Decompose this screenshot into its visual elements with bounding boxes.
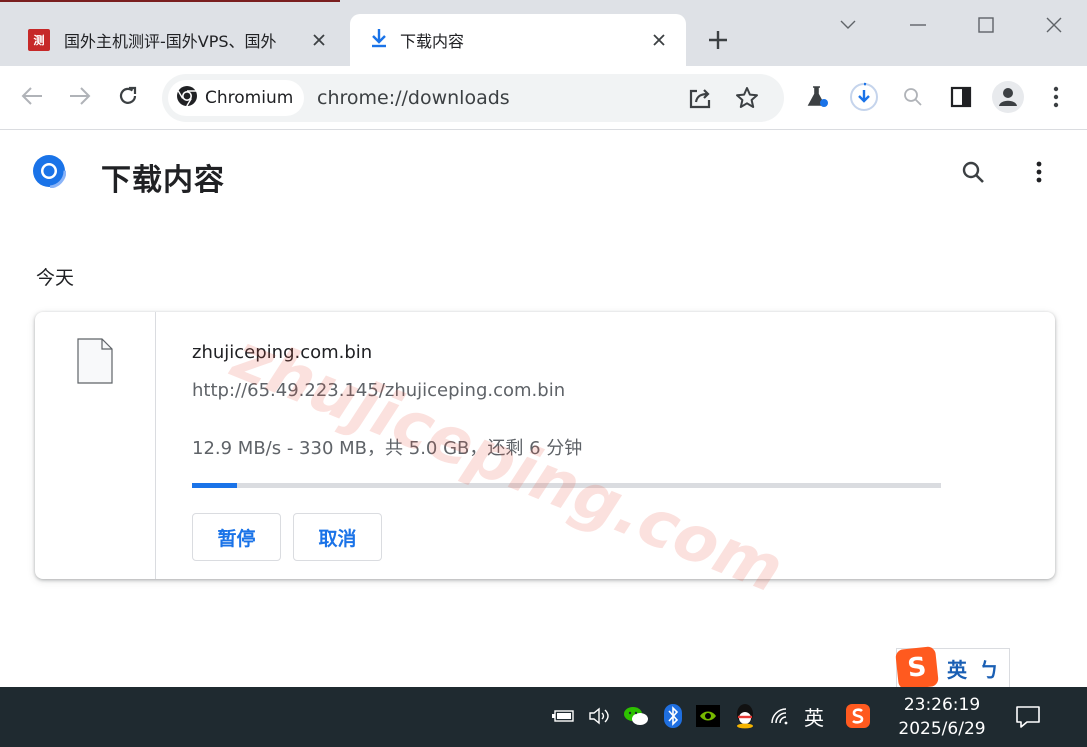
clock-time: 23:26:19 (903, 695, 981, 715)
pause-button[interactable]: 暂停 (192, 513, 281, 561)
forward-button[interactable] (64, 80, 96, 112)
notification-icon[interactable] (1012, 701, 1044, 733)
wechat-icon[interactable] (622, 701, 650, 731)
minimize-icon[interactable] (898, 10, 938, 40)
download-icon (370, 28, 388, 52)
clock-date: 2025/6/29 (898, 719, 986, 739)
ime-language-toggle[interactable]: 英 (947, 654, 967, 683)
reload-button[interactable] (112, 80, 144, 112)
tab-search-icon[interactable] (828, 10, 868, 40)
tab-strip: 测 国外主机测评-国外VPS、国外 下载内容 (0, 0, 1087, 66)
download-progress-icon[interactable] (847, 80, 881, 114)
share-icon[interactable] (684, 82, 716, 114)
input-language-indicator[interactable]: 英 (800, 701, 828, 731)
menu-more-icon[interactable] (1039, 80, 1073, 114)
tab-site[interactable]: 测 国外主机测评-国外VPS、国外 (22, 14, 348, 66)
nvidia-icon[interactable] (694, 701, 722, 731)
downloads-header: 下载内容 (0, 131, 1087, 221)
tab-title: 国外主机测评-国外VPS、国外 (64, 32, 277, 51)
site-chip-label: Chromium (205, 88, 294, 108)
ime-mode-toggle[interactable]: ㄅ (979, 654, 999, 683)
downloads-more-icon[interactable] (1022, 155, 1056, 189)
site-logo-icon: 测 (28, 29, 50, 51)
back-button[interactable] (16, 80, 48, 112)
battery-icon[interactable] (550, 701, 578, 731)
bluetooth-icon[interactable] (659, 701, 687, 731)
url-text[interactable]: chrome://downloads (317, 87, 510, 109)
bookmark-star-icon[interactable] (731, 82, 763, 114)
file-icon (77, 338, 113, 388)
page-title: 下载内容 (101, 163, 225, 198)
ime-toolbar[interactable]: S 英 ㄅ (895, 646, 1010, 690)
close-icon[interactable] (1034, 10, 1074, 40)
close-tab-icon[interactable] (646, 27, 672, 53)
cancel-button[interactable]: 取消 (293, 513, 382, 561)
side-panel-icon[interactable] (944, 80, 978, 114)
tab-downloads[interactable]: 下载内容 (350, 14, 686, 66)
close-tab-icon[interactable] (306, 27, 332, 53)
profile-avatar-icon[interactable] (991, 80, 1025, 114)
qq-icon[interactable] (731, 701, 759, 731)
system-clock[interactable]: 23:26:19 2025/6/29 (892, 693, 992, 741)
taskbar: 英 23:26:19 2025/6/29 (0, 687, 1087, 747)
sogou-logo-icon[interactable]: S (895, 646, 939, 690)
file-icon-column (35, 312, 156, 579)
site-chip[interactable]: Chromium (168, 80, 304, 116)
tab-title: 下载内容 (400, 32, 465, 51)
chromium-icon (176, 85, 198, 112)
toolbar: Chromium chrome://downloads (0, 66, 1087, 130)
sogou-tray-icon[interactable] (844, 701, 872, 731)
maximize-icon[interactable] (966, 10, 1006, 40)
chrome-logo-icon (31, 153, 67, 189)
download-progress-fill (192, 483, 237, 488)
volume-icon[interactable] (586, 701, 614, 731)
address-bar[interactable]: Chromium chrome://downloads (162, 74, 784, 122)
search-downloads-button[interactable] (956, 155, 990, 189)
labs-flask-icon[interactable] (800, 80, 834, 114)
date-section-label: 今天 (36, 267, 75, 289)
wifi-icon[interactable] (767, 701, 795, 731)
zoom-search-icon[interactable] (896, 80, 930, 114)
new-tab-button[interactable] (704, 26, 732, 54)
